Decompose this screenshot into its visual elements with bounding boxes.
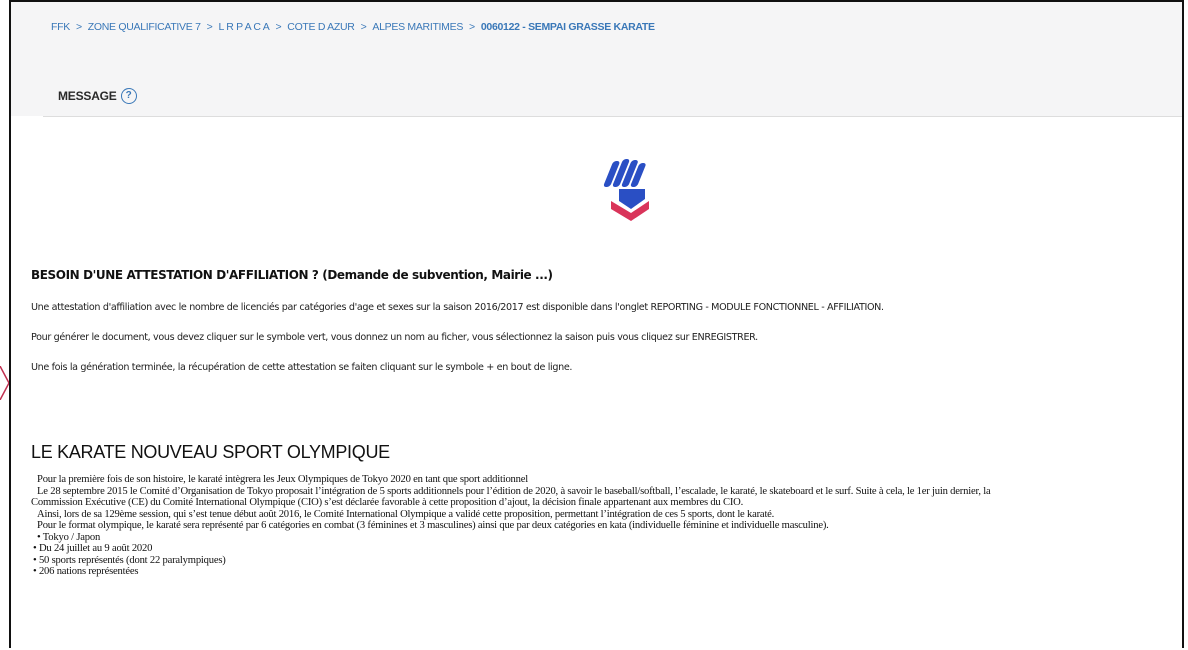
message-title-label: MESSAGE <box>58 89 117 103</box>
breadcrumb-item-league[interactable]: L R P A C A <box>218 21 269 33</box>
breadcrumb: FFK > ZONE QUALIFICATIVE 7 > L R P A C A > COT… <box>51 21 655 33</box>
olympic-line: Le 28 septembre 2015 le Comité d’Organis… <box>37 485 991 497</box>
divider <box>43 116 1182 117</box>
message-title: MESSAGE ? <box>58 88 137 104</box>
breadcrumb-separator: > <box>206 21 213 33</box>
olympic-bullet-item: • 206 nations représentées <box>33 566 139 577</box>
breadcrumb-item-zone[interactable]: ZONE QUALIFICATIVE 7 <box>88 21 201 33</box>
breadcrumb-separator: > <box>360 21 367 33</box>
olympic-line: Commission Exécutive (CE) du Comité Inte… <box>31 497 744 508</box>
affiliation-paragraph: Pour générer le document, vous devez cli… <box>31 332 758 343</box>
olympic-line: Ainsi, lors de sa 129ème session, qui s’… <box>37 508 775 520</box>
breadcrumb-separator: > <box>75 21 82 33</box>
olympic-title: LE KARATE NOUVEAU SPORT OLYMPIQUE <box>31 442 390 462</box>
breadcrumb-item-department[interactable]: ALPES MARITIMES <box>372 21 463 33</box>
breadcrumb-item-region[interactable]: COTE D AZUR <box>287 21 355 33</box>
olympic-body: Pour la première fois de son histoire, l… <box>31 474 1177 578</box>
breadcrumb-separator: > <box>469 21 475 33</box>
breadcrumb-item-ffk[interactable]: FFK <box>51 21 70 33</box>
olympic-line: Pour la première fois de son histoire, l… <box>37 474 528 485</box>
olympic-bullet-item: • Tokyo / Japon <box>37 531 101 543</box>
ffk-fist-logo-icon <box>603 159 649 221</box>
message-header: MESSAGE ? <box>11 60 1182 116</box>
affiliation-paragraph: Une attestation d'affiliation avec le no… <box>31 302 884 313</box>
affiliation-title: BESOIN D'UNE ATTESTATION D'AFFILIATION ?… <box>31 268 553 282</box>
olympic-bullet-item: • 50 sports représentés (dont 22 paralym… <box>33 554 226 566</box>
olympic-line: Pour le format olympique, le karaté sera… <box>37 520 829 531</box>
help-icon[interactable]: ? <box>120 88 137 104</box>
olympic-bullet-item: • Du 24 juillet au 9 août 2020 <box>33 543 153 554</box>
affiliation-paragraph: Une fois la génération terminée, la récu… <box>31 362 573 373</box>
breadcrumb-current-club: 0060122 - SEMPAI GRASSE KARATE <box>480 21 655 33</box>
breadcrumb-bar: FFK > ZONE QUALIFICATIVE 7 > L R P A C A > COT… <box>11 2 1182 60</box>
breadcrumb-separator: > <box>275 21 282 33</box>
main-frame: FFK > ZONE QUALIFICATIVE 7 > L R P A C A > COT… <box>9 0 1184 648</box>
